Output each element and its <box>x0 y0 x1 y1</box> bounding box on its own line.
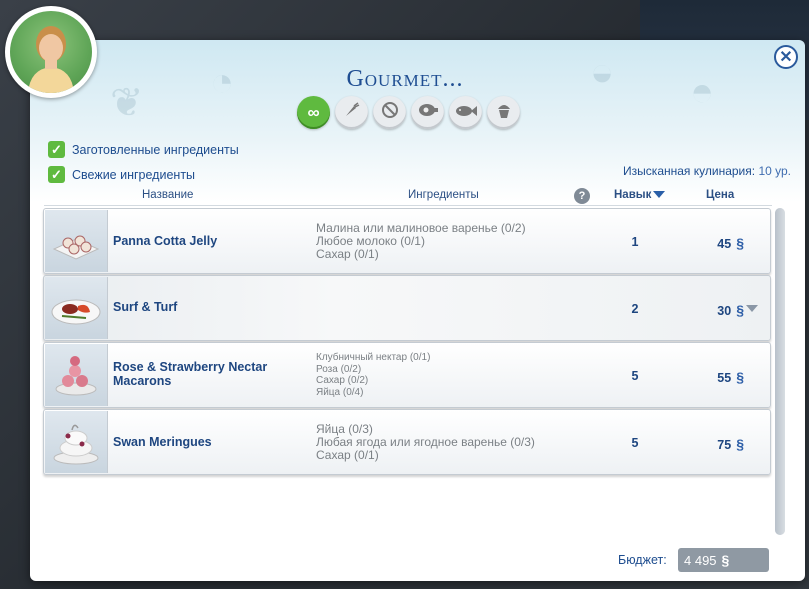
table-header: Название Ингредиенты ? Навык Цена <box>44 187 772 206</box>
fresh-checkbox[interactable]: ✓ <box>48 166 65 183</box>
price-value: 75 <box>717 438 732 452</box>
ingredient-item: Сахар (0/1) <box>316 448 379 462</box>
ingredient-item: Яйца (0/4) <box>316 386 364 398</box>
skill-level: Изысканная кулинария: 10 ур. <box>555 164 791 178</box>
ingredient-item: Роза (0/2) <box>316 363 362 375</box>
prepared-checkbox[interactable]: ✓ <box>48 141 65 158</box>
help-icon[interactable]: ? <box>574 188 590 204</box>
recipe-name: Rose & Strawberry Nectar Macarons <box>113 360 268 388</box>
fresh-label: Свежие ингредиенты <box>72 167 196 182</box>
filter-meat-button[interactable] <box>411 96 444 129</box>
close-button[interactable]: ✕ <box>774 45 798 69</box>
filter-no-meat-button[interactable] <box>373 96 406 129</box>
recipe-price: 75 § <box>694 436 744 452</box>
simoleon-icon: § <box>736 302 744 318</box>
recipe-price: 30 § <box>694 302 744 318</box>
recipe-name: Surf & Turf <box>113 300 178 314</box>
price-value: 45 <box>717 237 732 251</box>
list-scrollbar[interactable] <box>775 208 785 535</box>
ingredient-item: Сахар (0/1) <box>316 247 379 261</box>
recipe-skill: 2 <box>631 302 639 316</box>
category-filters: ∞ <box>297 96 520 130</box>
column-name[interactable]: Название <box>142 189 193 201</box>
ingredient-list: Малина или малиновое варенье (0/2) Любое… <box>316 222 526 261</box>
scrollbar-thumb[interactable] <box>775 208 785 535</box>
column-ingredients: Ингредиенты <box>408 189 479 201</box>
column-skill[interactable]: Навык <box>614 189 666 201</box>
infinity-icon: ∞ <box>307 102 320 122</box>
filter-dessert-button[interactable] <box>487 96 520 129</box>
simoleon-icon: § <box>736 235 744 251</box>
recipe-name: Panna Cotta Jelly <box>113 234 218 248</box>
leaf-watermark-icon: ❦ <box>110 81 144 125</box>
column-skill-label: Навык <box>614 189 652 201</box>
skill-label: Изысканная кулинария: <box>623 164 756 178</box>
recipe-row[interactable]: Surf & Turf 2 30 § <box>43 275 771 341</box>
budget-amount: 4 495 <box>684 553 717 568</box>
price-value: 30 <box>717 304 732 318</box>
filter-fish-button[interactable] <box>449 96 482 129</box>
meringues-icon <box>45 411 108 473</box>
no-meat-icon <box>381 101 399 124</box>
sort-down-icon <box>653 191 666 199</box>
recipe-name: Swan Meringues <box>113 435 212 449</box>
dialog-title: Gourmet... <box>346 66 464 92</box>
ingredient-list: Яйца (0/3) Любая ягода или ягодное варен… <box>316 423 535 462</box>
simoleon-icon: § <box>736 369 744 385</box>
cupcake-icon <box>495 101 513 124</box>
ingredient-item: Клубничный нектар (0/1) <box>316 352 431 363</box>
ingredient-item: Сахар (0/2) <box>316 375 369 386</box>
carrot-icon <box>343 101 361 124</box>
sim-avatar[interactable] <box>5 6 97 98</box>
macarons-icon <box>45 344 108 406</box>
ingredient-list: Клубничный нектар (0/1) Роза (0/2) Сахар… <box>316 352 430 398</box>
budget-label: Бюджет: <box>618 553 667 567</box>
recipe-skill: 1 <box>631 235 639 249</box>
simoleon-icon: § <box>721 552 730 568</box>
recipe-skill: 5 <box>631 436 639 450</box>
simoleon-icon: § <box>736 436 744 452</box>
expand-chevron-icon[interactable] <box>746 305 758 312</box>
recipe-skill: 5 <box>631 369 639 383</box>
skill-value: 10 ур. <box>758 164 791 178</box>
price-value: 55 <box>717 371 732 385</box>
meat-icon <box>418 102 438 123</box>
prepared-ingredients-option[interactable]: ✓ Заготовленные ингредиенты <box>48 141 239 158</box>
recipe-price: 55 § <box>694 369 744 385</box>
surf-turf-icon <box>45 277 108 339</box>
filter-all-button[interactable]: ∞ <box>297 96 330 129</box>
budget-value: 4 495 § <box>678 548 769 572</box>
recipe-row[interactable]: Rose & Strawberry Nectar Macarons Клубни… <box>43 342 771 408</box>
panna-cotta-icon <box>45 210 108 272</box>
dessert-watermark-icon: ◓ <box>690 70 715 114</box>
fish-icon <box>455 103 477 123</box>
recipe-row[interactable]: Panna Cotta Jelly Малина или малиновое в… <box>43 208 771 274</box>
recipe-row[interactable]: Swan Meringues Яйца (0/3) Любая ягода ил… <box>43 409 771 475</box>
fresh-ingredients-option[interactable]: ✓ Свежие ингредиенты <box>48 166 195 183</box>
food-watermark-icon: ◔ <box>210 60 235 104</box>
cake-watermark-icon: ◒ <box>590 50 615 94</box>
sim-portrait <box>10 11 92 93</box>
recipe-price: 45 § <box>694 235 744 251</box>
filter-vegetables-button[interactable] <box>335 96 368 129</box>
prepared-label: Заготовленные ингредиенты <box>72 142 239 157</box>
column-price[interactable]: Цена <box>706 189 734 201</box>
